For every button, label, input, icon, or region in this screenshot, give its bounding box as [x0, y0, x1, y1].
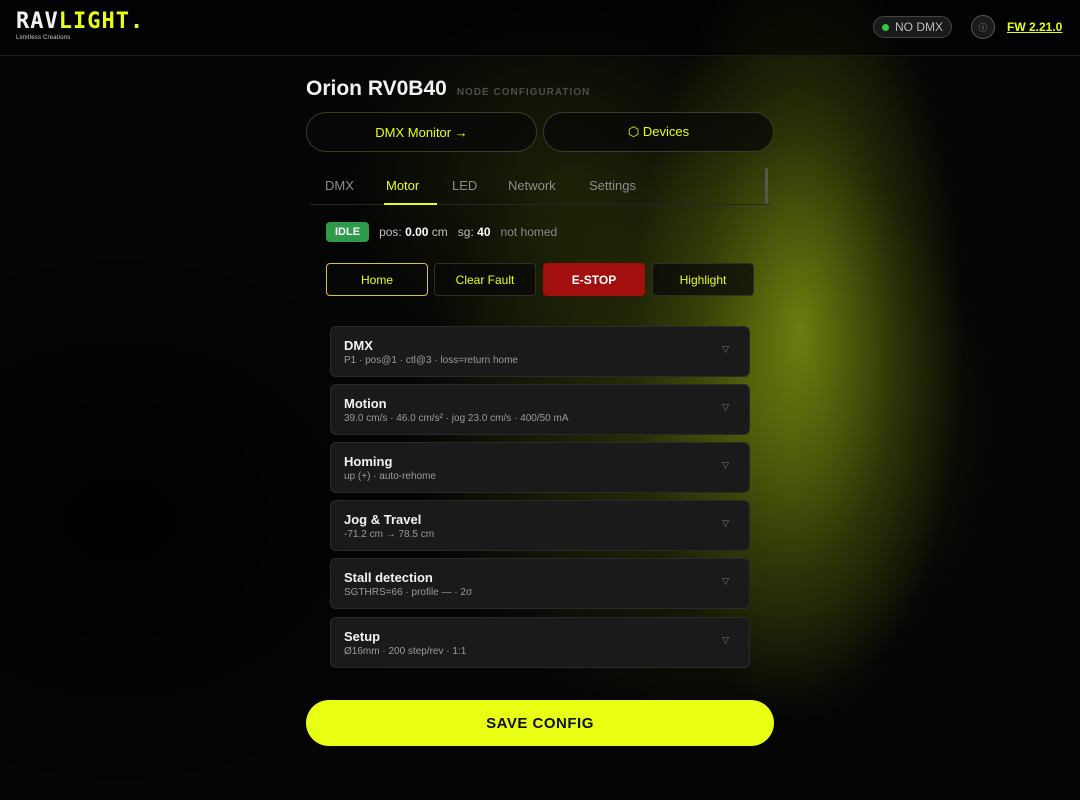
tab-dmx[interactable]: DMX — [325, 178, 354, 193]
logo-wordmark: RAVLIGHT. — [16, 9, 145, 34]
section-summary: Ø16mm · 200 step/rev · 1:1 — [344, 646, 467, 657]
section-summary: -71.2 cm → 78.5 cm — [344, 529, 435, 540]
page-title: Orion RV0B40 — [306, 77, 447, 100]
section-jog-travel[interactable]: Jog & Travel -71.2 cm → 78.5 cm ▽ — [330, 500, 750, 551]
tab-settings[interactable]: Settings — [589, 178, 636, 193]
tabs-scrollbar[interactable] — [765, 168, 768, 204]
section-motion[interactable]: Motion 39.0 cm/s · 46.0 cm/s² · jog 23.0… — [330, 384, 750, 435]
section-homing[interactable]: Homing up (+) · auto-rehome ▽ — [330, 442, 750, 493]
chevron-down-icon: ▽ — [722, 460, 729, 470]
tab-bar: DMX Motor LED Network Settings — [310, 167, 770, 205]
estop-button[interactable]: E-STOP — [543, 263, 645, 296]
section-summary: SGTHRS=66 · profile — · 2σ — [344, 587, 473, 598]
chevron-down-icon: ▽ — [722, 635, 729, 645]
sg-label: sg: — [457, 225, 474, 239]
section-summary: up (+) · auto-rehome — [344, 471, 436, 482]
section-title: Motion — [344, 396, 387, 411]
top-bar: RAVLIGHT. Limitless Creations NO DMX ⓘ F… — [0, 0, 1080, 56]
dmx-status-pill: NO DMX — [873, 16, 952, 38]
info-button[interactable]: ⓘ — [971, 15, 995, 39]
tab-network[interactable]: Network — [508, 178, 556, 193]
tab-led[interactable]: LED — [452, 178, 477, 193]
chevron-down-icon: ▽ — [722, 518, 729, 528]
info-icon: ⓘ — [978, 22, 988, 33]
section-stall-detection[interactable]: Stall detection SGTHRS=66 · profile — · … — [330, 558, 750, 609]
pos-label: pos: — [379, 225, 402, 239]
chevron-down-icon: ▽ — [722, 576, 729, 586]
page-title-row: Orion RV0B40 NODE CONFIGURATION — [306, 77, 590, 101]
brand-logo[interactable]: RAVLIGHT. Limitless Creations — [16, 9, 145, 42]
section-summary: P1 · pos@1 · ctl@3 · loss=return home — [344, 355, 518, 366]
section-setup[interactable]: Setup Ø16mm · 200 step/rev · 1:1 ▽ — [330, 617, 750, 668]
section-title: Homing — [344, 454, 393, 469]
page-subtitle: NODE CONFIGURATION — [456, 87, 591, 98]
home-button[interactable]: Home — [326, 263, 428, 296]
tab-motor[interactable]: Motor — [386, 178, 419, 193]
logo-tagline: Limitless Creations — [16, 35, 71, 41]
motor-status: IDLE pos: 0.00 cm sg: 40 not homed — [326, 222, 557, 242]
homed-status: not homed — [500, 225, 558, 239]
highlight-button[interactable]: Highlight — [652, 263, 754, 296]
section-title: Setup — [344, 629, 381, 644]
chevron-down-icon: ▽ — [722, 344, 729, 354]
active-tab-indicator — [384, 203, 437, 205]
pos-unit: cm — [431, 225, 448, 239]
section-dmx[interactable]: DMX P1 · pos@1 · ctl@3 · loss=return hom… — [330, 326, 750, 377]
status-dot-icon — [882, 23, 889, 31]
devices-button[interactable]: ⬡ Devices — [543, 112, 774, 152]
pos-value: 0.00 — [405, 225, 429, 239]
save-config-button[interactable]: SAVE CONFIG — [306, 700, 774, 746]
dmx-monitor-button[interactable]: DMX Monitor → — [306, 112, 537, 152]
sg-value: 40 — [477, 225, 491, 239]
section-title: Stall detection — [344, 570, 433, 585]
dmx-status-text: NO DMX — [895, 20, 943, 34]
section-title: DMX — [344, 338, 373, 353]
clear-fault-button[interactable]: Clear Fault — [434, 263, 536, 296]
firmware-link[interactable]: FW 2.21.0 — [1007, 20, 1062, 34]
status-badge: IDLE — [326, 222, 370, 242]
section-summary: 39.0 cm/s · 46.0 cm/s² · jog 23.0 cm/s ·… — [344, 413, 569, 424]
chevron-down-icon: ▽ — [722, 402, 729, 412]
section-title: Jog & Travel — [344, 512, 422, 527]
